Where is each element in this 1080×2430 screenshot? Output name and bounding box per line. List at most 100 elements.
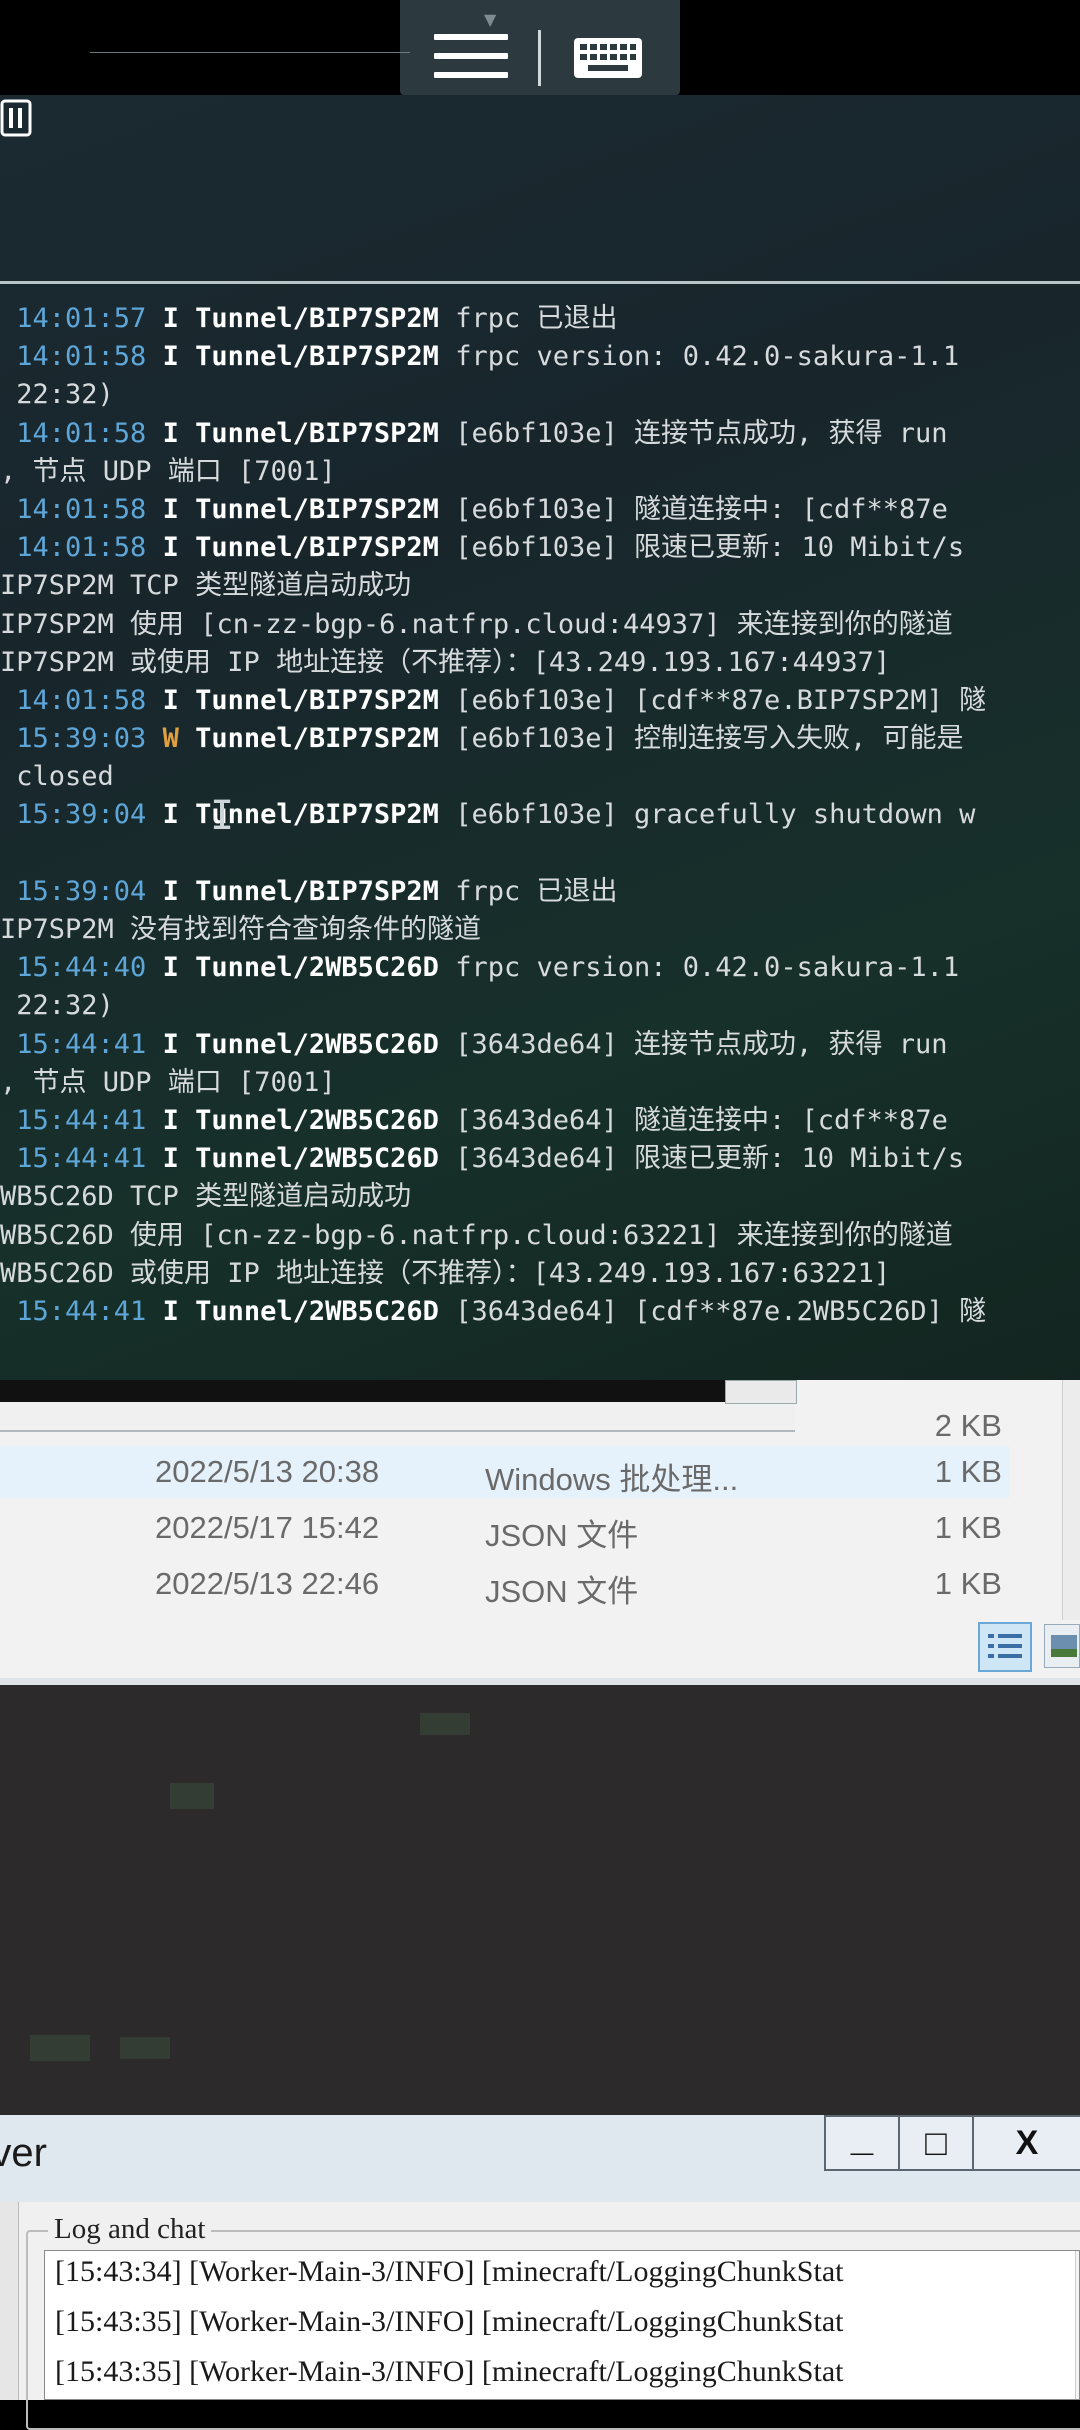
file-type: Windows 批处理... bbox=[485, 1462, 739, 1497]
log-line: IP7SP2M 或使用 IP 地址连接（不推荐）：[43.249.193.167… bbox=[0, 644, 1080, 682]
log-textarea[interactable]: [15:43:34] [Worker-Main-3/INFO] [minecra… bbox=[44, 2250, 1080, 2400]
file-row[interactable]: 2022/5/17 15:42 JSON 文件 1 KB bbox=[0, 1502, 1010, 1554]
log-level: I bbox=[162, 1295, 179, 1327]
log-timestamp: 14:01:58 bbox=[16, 417, 147, 449]
log-level: W bbox=[162, 723, 179, 755]
log-timestamp: 15:39:04 bbox=[16, 875, 147, 907]
log-tunnel: Tunnel/BIP7SP2M bbox=[195, 303, 439, 334]
log-message: , 节点 UDP 端口 [7001] bbox=[0, 1066, 336, 1098]
log-line: 14:01:58 I Tunnel/BIP7SP2M frpc version:… bbox=[0, 338, 1080, 376]
log-message: 22:32) bbox=[0, 379, 114, 411]
maximize-button[interactable]: □ bbox=[898, 2115, 974, 2171]
server-window: rver _ □ X Log and chat [15:43:34] [Work… bbox=[0, 2115, 1080, 2430]
log-scrollbar[interactable] bbox=[1075, 2251, 1079, 2399]
file-date: 2022/5/17 15:42 bbox=[155, 1510, 380, 1545]
log-message: frpc version: 0.42.0-sakura-1.1 bbox=[438, 341, 960, 373]
log-line: 14:01:58 I Tunnel/BIP7SP2M [e6bf103e] 连接… bbox=[0, 415, 1080, 453]
log-line: IP7SP2M 使用 [cn-zz-bgp-6.natfrp.cloud:449… bbox=[0, 606, 1080, 644]
log-level: I bbox=[162, 1143, 179, 1175]
log-tunnel: Tunnel/2WB5C26D bbox=[195, 1104, 439, 1136]
close-button[interactable]: X bbox=[972, 2115, 1080, 2171]
log-line: WB5C26D 或使用 IP 地址连接（不推荐）：[43.249.193.167… bbox=[0, 1255, 1080, 1293]
file-size: 1 KB bbox=[934, 1454, 1002, 1489]
log-message: IP7SP2M 没有找到符合查询条件的隧道 bbox=[0, 914, 482, 945]
file-row[interactable]: 2 KB bbox=[0, 1400, 1010, 1452]
log-line: 15:44:41 I Tunnel/2WB5C26D [3643de64] [c… bbox=[0, 1293, 1080, 1331]
file-type: JSON 文件 bbox=[485, 1518, 639, 1553]
log-tunnel: Tunnel/BIP7SP2M bbox=[195, 341, 439, 373]
log-message: [3643de64] 连接节点成功, 获得 run bbox=[438, 1028, 948, 1060]
window-icon[interactable] bbox=[0, 98, 34, 138]
log-message: WB5C26D 或使用 IP 地址连接（不推荐）：[43.249.193.167… bbox=[0, 1257, 891, 1289]
log-tunnel: Tunnel/BIP7SP2M bbox=[195, 493, 439, 525]
file-explorer: 2 KB 2022/5/13 20:38 Windows 批处理... 1 KB… bbox=[0, 1380, 1080, 1685]
toolbar-collapse-icon[interactable]: ▼ bbox=[484, 10, 496, 29]
log-level: I bbox=[162, 341, 179, 373]
file-type: JSON 文件 bbox=[485, 1574, 639, 1609]
log-line: IP7SP2M 没有找到符合查询条件的隧道 bbox=[0, 911, 1080, 949]
log-tunnel: Tunnel/2WB5C26D bbox=[195, 1295, 439, 1327]
terminal-window: 14:01:57 I Tunnel/BIP7SP2M frpc 已退出 14:0… bbox=[0, 95, 1080, 1385]
log-line: 14:01:58 I Tunnel/BIP7SP2M [e6bf103e] 隧道… bbox=[0, 491, 1080, 529]
log-level: I bbox=[162, 875, 179, 907]
keyboard-icon[interactable] bbox=[572, 36, 644, 80]
file-row[interactable]: 2022/5/13 20:38 Windows 批处理... 1 KB bbox=[0, 1446, 1010, 1498]
log-line: 15:39:04 I Tunnel/BIP7SP2M [e6bf103e] gr… bbox=[0, 796, 1080, 834]
log-line: 15:44:41 I Tunnel/2WB5C26D [3643de64] 限速… bbox=[0, 1140, 1080, 1178]
explorer-scrollbar[interactable] bbox=[1062, 1380, 1080, 1620]
terminal-log: 14:01:57 I Tunnel/BIP7SP2M frpc 已退出 14:0… bbox=[0, 300, 1080, 1331]
log-level: I bbox=[162, 1028, 179, 1060]
log-message: [e6bf103e] 限速已更新: 10 Mibit/s bbox=[438, 532, 965, 564]
log-line: 15:39:04 I Tunnel/BIP7SP2M frpc 已退出 bbox=[0, 873, 1080, 911]
log-message: [3643de64] [cdf**87e.2WB5C26D] 隧 bbox=[438, 1295, 987, 1327]
log-level: I bbox=[162, 417, 179, 449]
log-message: IP7SP2M 使用 [cn-zz-bgp-6.natfrp.cloud:449… bbox=[0, 608, 953, 640]
log-tunnel: Tunnel/BIP7SP2M bbox=[195, 723, 439, 755]
log-line: , 节点 UDP 端口 [7001] bbox=[0, 453, 1080, 491]
file-row[interactable]: 2022/5/13 22:46 JSON 文件 1 KB bbox=[0, 1558, 1010, 1610]
file-size: 1 KB bbox=[934, 1566, 1002, 1601]
log-timestamp: 15:39:04 bbox=[16, 799, 147, 831]
log-level: I bbox=[162, 532, 179, 564]
log-line: 14:01:57 I Tunnel/BIP7SP2M frpc 已退出 bbox=[0, 300, 1080, 338]
log-tunnel: Tunnel/BIP7SP2M bbox=[195, 684, 439, 716]
log-line: 22:32) bbox=[0, 376, 1080, 414]
log-timestamp: 14:01:58 bbox=[16, 684, 147, 716]
log-level: I bbox=[162, 952, 179, 984]
hamburger-icon[interactable] bbox=[434, 34, 508, 80]
log-tunnel: Tunnel/BIP7SP2M bbox=[195, 417, 439, 449]
preview-view-icon[interactable] bbox=[1044, 1624, 1080, 1668]
log-line: [15:43:35] [Worker-Main-3/INFO] [minecra… bbox=[55, 2305, 844, 2338]
file-date: 2022/5/13 22:46 bbox=[155, 1566, 380, 1601]
log-level: I bbox=[162, 493, 179, 525]
left-pane-edge bbox=[0, 2202, 19, 2400]
log-message: frpc 已退出 bbox=[438, 303, 618, 334]
minimize-button[interactable]: _ bbox=[824, 2115, 900, 2171]
log-group-label: Log and chat bbox=[48, 2213, 212, 2246]
file-size: 2 KB bbox=[934, 1408, 1002, 1443]
text-cursor-icon: I bbox=[210, 793, 235, 839]
log-line: WB5C26D 使用 [cn-zz-bgp-6.natfrp.cloud:632… bbox=[0, 1217, 1080, 1255]
explorer-bottom-edge bbox=[0, 1678, 1080, 1685]
log-tunnel: Tunnel/2WB5C26D bbox=[195, 1028, 439, 1060]
log-timestamp: 15:39:03 bbox=[16, 723, 147, 755]
log-message: WB5C26D TCP 类型隧道启动成功 bbox=[0, 1181, 412, 1213]
terminal-top-border bbox=[0, 281, 1080, 284]
log-message: [e6bf103e] 隧道连接中: [cdf**87e bbox=[438, 493, 948, 525]
log-timestamp: 15:44:41 bbox=[16, 1295, 147, 1327]
log-timestamp: 14:01:57 bbox=[16, 303, 147, 334]
log-message: [3643de64] 隧道连接中: [cdf**87e bbox=[438, 1104, 948, 1136]
log-tunnel: Tunnel/BIP7SP2M bbox=[195, 875, 439, 907]
log-message: [3643de64] 限速已更新: 10 Mibit/s bbox=[438, 1143, 965, 1175]
window-title: rver bbox=[0, 2131, 47, 2175]
desktop-background bbox=[0, 1685, 1080, 2115]
details-view-icon[interactable] bbox=[978, 1622, 1032, 1672]
log-line: [15:43:35] [Worker-Main-3/INFO] [minecra… bbox=[55, 2355, 844, 2388]
log-timestamp: 15:44:40 bbox=[16, 952, 147, 984]
log-level: I bbox=[162, 303, 179, 334]
toolbar-divider bbox=[538, 30, 541, 86]
log-message: 22:32) bbox=[0, 990, 114, 1022]
log-message: , 节点 UDP 端口 [7001] bbox=[0, 455, 336, 487]
log-line: , 节点 UDP 端口 [7001] bbox=[0, 1064, 1080, 1102]
log-message: [e6bf103e] gracefully shutdown w bbox=[438, 799, 976, 831]
